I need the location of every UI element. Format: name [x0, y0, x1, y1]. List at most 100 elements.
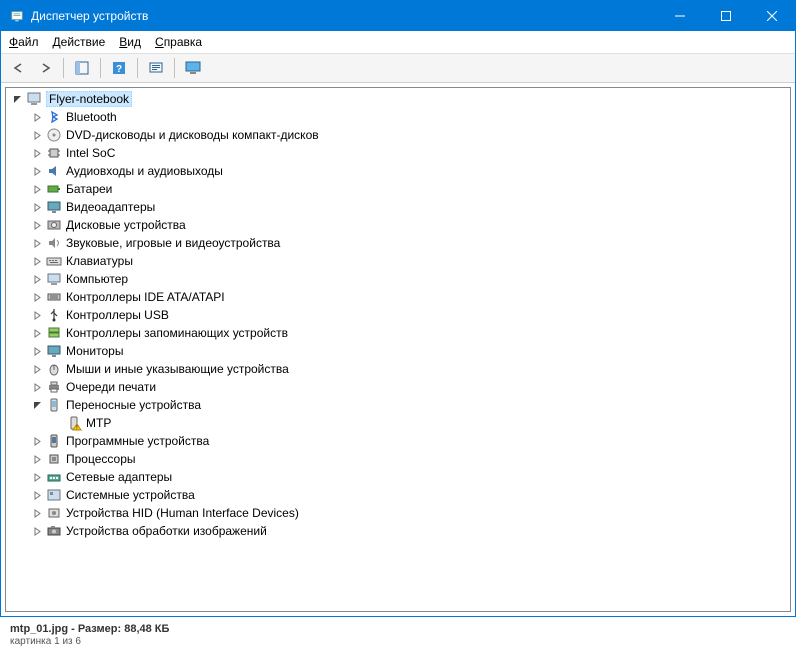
expand-icon[interactable]: [30, 254, 44, 268]
tree-node[interactable]: Программные устройства: [6, 432, 790, 450]
tree-node[interactable]: Мыши и иные указывающие устройства: [6, 360, 790, 378]
tree-node[interactable]: Аудиовходы и аудиовыходы: [6, 162, 790, 180]
menu-action[interactable]: Действие: [53, 35, 106, 49]
tree-node[interactable]: Переносные устройства: [6, 396, 790, 414]
software-icon: [46, 433, 62, 449]
tree-node[interactable]: Контроллеры IDE ATA/ATAPI: [6, 288, 790, 306]
tree-node[interactable]: Компьютер: [6, 270, 790, 288]
keyboard-icon: [46, 253, 62, 269]
tree-node[interactable]: Bluetooth: [6, 108, 790, 126]
battery-icon: [46, 181, 62, 197]
expand-icon[interactable]: [30, 452, 44, 466]
tree-node-label: Системные устройства: [66, 488, 195, 502]
tree-node[interactable]: Flyer-notebook: [6, 90, 790, 108]
toolbar-separator: [100, 58, 101, 78]
device-tree[interactable]: Flyer-notebook Bluetooth DVD-дисководы и д…: [5, 87, 791, 612]
tree-node-label: Мониторы: [66, 344, 123, 358]
show-hide-tree-button[interactable]: [70, 57, 94, 79]
printer-icon: [46, 379, 62, 395]
monitor-button[interactable]: [181, 57, 205, 79]
expand-icon[interactable]: [30, 128, 44, 142]
tree-node-label: Компьютер: [66, 272, 128, 286]
expand-icon[interactable]: [30, 326, 44, 340]
expand-icon[interactable]: [30, 434, 44, 448]
tree-node[interactable]: Контроллеры запоминающих устройств: [6, 324, 790, 342]
storage-icon: [46, 325, 62, 341]
audio-icon: [46, 163, 62, 179]
tree-node[interactable]: !MTP: [6, 414, 790, 432]
expand-icon[interactable]: [30, 200, 44, 214]
tree-node-label: Очереди печати: [66, 380, 156, 394]
window-title: Диспетчер устройств: [31, 9, 657, 23]
tree-node[interactable]: Дисковые устройства: [6, 216, 790, 234]
expand-icon[interactable]: [30, 344, 44, 358]
display-icon: [46, 199, 62, 215]
toolbar-separator: [63, 58, 64, 78]
maximize-button[interactable]: [703, 1, 749, 31]
nav-forward-button[interactable]: [33, 57, 57, 79]
menu-view[interactable]: Вид: [119, 35, 141, 49]
menu-file[interactable]: Файл: [9, 35, 39, 49]
expand-icon[interactable]: [30, 218, 44, 232]
expand-icon[interactable]: [30, 488, 44, 502]
expand-icon[interactable]: [30, 290, 44, 304]
tree-node[interactable]: DVD-дисководы и дисководы компакт-дисков: [6, 126, 790, 144]
close-button[interactable]: [749, 1, 795, 31]
tree-node[interactable]: Клавиатуры: [6, 252, 790, 270]
expand-icon[interactable]: [30, 236, 44, 250]
footer-filename: mtp_01.jpg: [10, 623, 68, 635]
tree-node-label: Контроллеры IDE ATA/ATAPI: [66, 290, 225, 304]
expand-icon[interactable]: [30, 506, 44, 520]
expand-icon[interactable]: [30, 110, 44, 124]
expand-icon[interactable]: [30, 182, 44, 196]
tree-node-label: Контроллеры запоминающих устройств: [66, 326, 288, 340]
tree-node[interactable]: Батареи: [6, 180, 790, 198]
tree-node-label: Видеоадаптеры: [66, 200, 155, 214]
expand-icon[interactable]: [30, 380, 44, 394]
tree-node[interactable]: Видеоадаптеры: [6, 198, 790, 216]
mouse-icon: [46, 361, 62, 377]
expand-icon[interactable]: [30, 524, 44, 538]
nav-back-button[interactable]: [7, 57, 31, 79]
tree-node-label: MTP: [86, 416, 111, 430]
collapse-icon[interactable]: [10, 92, 24, 106]
tree-node-label: Flyer-notebook: [46, 91, 132, 107]
tree-node-label: Bluetooth: [66, 110, 117, 124]
tree-node[interactable]: Системные устройства: [6, 486, 790, 504]
disk-icon: [46, 217, 62, 233]
usb-icon: [46, 307, 62, 323]
menu-help[interactable]: Справка: [155, 35, 202, 49]
help-button[interactable]: ?: [107, 57, 131, 79]
scan-hardware-button[interactable]: [144, 57, 168, 79]
tree-node-label: Сетевые адаптеры: [66, 470, 172, 484]
collapse-icon[interactable]: [30, 398, 44, 412]
expand-icon[interactable]: [30, 146, 44, 160]
tree-node[interactable]: Устройства обработки изображений: [6, 522, 790, 540]
tree-node[interactable]: Сетевые адаптеры: [6, 468, 790, 486]
tree-node[interactable]: Устройства HID (Human Interface Devices): [6, 504, 790, 522]
expand-icon[interactable]: [30, 308, 44, 322]
tree-node[interactable]: Контроллеры USB: [6, 306, 790, 324]
tree-node[interactable]: Очереди печати: [6, 378, 790, 396]
titlebar[interactable]: Диспетчер устройств: [1, 1, 795, 31]
monitor-icon: [46, 343, 62, 359]
tree-node[interactable]: Процессоры: [6, 450, 790, 468]
minimize-button[interactable]: [657, 1, 703, 31]
expand-icon[interactable]: [30, 470, 44, 484]
tree-node-label: DVD-дисководы и дисководы компакт-дисков: [66, 128, 319, 142]
app-icon: [9, 8, 25, 24]
tree-node[interactable]: Мониторы: [6, 342, 790, 360]
tree-node-label: Батареи: [66, 182, 112, 196]
toolbar-separator: [174, 58, 175, 78]
tree-node[interactable]: Intel SoC: [6, 144, 790, 162]
tree-node-label: Звуковые, игровые и видеоустройства: [66, 236, 280, 250]
tree-node-label: Процессоры: [66, 452, 136, 466]
tree-node-label: Устройства обработки изображений: [66, 524, 267, 538]
chip-icon: [46, 145, 62, 161]
expand-icon[interactable]: [30, 362, 44, 376]
portable-icon: [46, 397, 62, 413]
expand-icon[interactable]: [30, 164, 44, 178]
tree-node[interactable]: Звуковые, игровые и видеоустройства: [6, 234, 790, 252]
footer-size-label: Размер:: [78, 623, 121, 635]
expand-icon[interactable]: [30, 272, 44, 286]
